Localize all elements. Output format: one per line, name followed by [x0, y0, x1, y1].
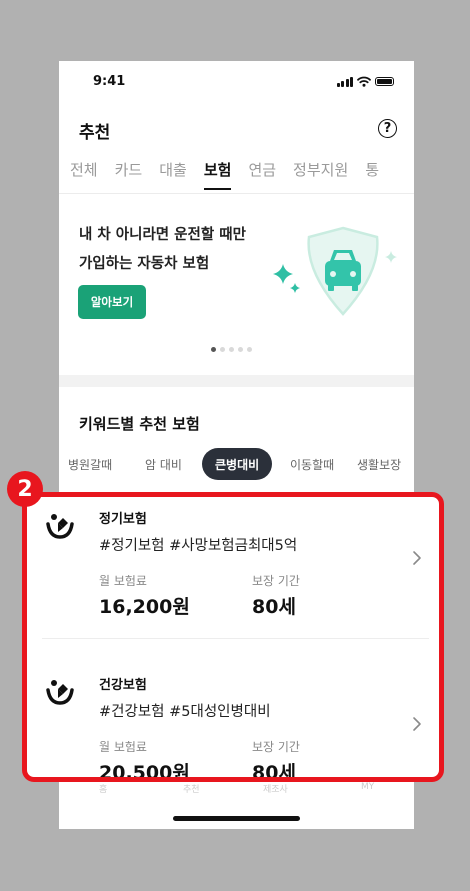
tabbar-item-home[interactable]: 홈: [99, 782, 107, 795]
tab-more[interactable]: 통: [365, 159, 379, 190]
premium-value: 20,500원: [99, 762, 190, 782]
tabbar-item-my[interactable]: MY: [361, 782, 374, 792]
insurance-name: 건강보험: [99, 678, 147, 693]
car-shield-illustration: [273, 226, 397, 316]
insurance-name: 정기보험: [99, 512, 147, 527]
carousel-dots: [211, 347, 252, 352]
tabbar-item-maker[interactable]: 제조사: [263, 782, 288, 795]
chip-travel[interactable]: 이동할때: [290, 448, 334, 480]
chevron-right-icon[interactable]: [412, 550, 422, 566]
coverage-period-value: 80세: [252, 762, 296, 782]
tab-loan[interactable]: 대출: [159, 159, 187, 190]
banner-title: 내 차 아니라면 운전할 때만 가입하는 자동차 보험: [79, 221, 246, 279]
tab-insurance[interactable]: 보험: [203, 159, 231, 190]
banner-title-line2: 가입하는 자동차 보험: [79, 256, 210, 272]
keyword-chips: 병원갈때 암 대비 큰병대비 이동할때 생활보장: [59, 448, 414, 482]
promo-banner[interactable]: 내 차 아니라면 운전할 때만 가입하는 자동차 보험 알아보기: [59, 194, 414, 374]
carousel-dot[interactable]: [211, 347, 216, 352]
step-badge: 2: [7, 471, 43, 507]
chevron-right-icon[interactable]: [412, 716, 422, 732]
wifi-icon: [357, 76, 371, 87]
status-icons: [336, 76, 394, 87]
premium-label: 월 보험료: [99, 740, 147, 754]
keyword-section-title: 키워드별 추천 보험: [79, 415, 200, 433]
tabbar-item-recommend[interactable]: 추천: [183, 782, 200, 795]
coverage-period-label: 보장 기간: [252, 574, 300, 588]
insurance-card[interactable]: 정기보험 #정기보험 #사망보험금최대5억 월 보험료 보장 기간 16,200…: [27, 502, 439, 640]
coverage-period-label: 보장 기간: [252, 740, 300, 754]
tab-pension[interactable]: 연금: [248, 159, 276, 190]
carousel-dot[interactable]: [229, 347, 234, 352]
battery-icon: [375, 77, 394, 86]
chip-cancer[interactable]: 암 대비: [145, 448, 182, 480]
tab-government-support[interactable]: 정부지원: [293, 159, 348, 190]
category-tabs: 전체 카드 대출 보험 연금 정부지원 통: [70, 159, 379, 190]
section-gap: [59, 375, 414, 387]
status-bar: 9:41: [59, 61, 414, 105]
tab-card[interactable]: 카드: [115, 159, 143, 190]
card-divider: [42, 638, 429, 639]
insurance-tags: #정기보험 #사망보험금최대5억: [99, 538, 298, 554]
page-title: 추천: [79, 123, 111, 143]
highlighted-insurance-list: 정기보험 #정기보험 #사망보험금최대5억 월 보험료 보장 기간 16,200…: [22, 492, 444, 782]
status-time: 9:41: [93, 74, 126, 89]
carousel-dot[interactable]: [238, 347, 243, 352]
insurance-tags: #건강보험 #5대성인병대비: [99, 704, 271, 720]
chip-living[interactable]: 생활보장: [357, 448, 401, 480]
tab-all[interactable]: 전체: [70, 159, 98, 190]
learn-more-button[interactable]: 알아보기: [78, 285, 146, 319]
insurer-logo-icon: [46, 514, 74, 539]
insurance-card[interactable]: 건강보험 #건강보험 #5대성인병대비 월 보험료 보장 기간 20,500원 …: [27, 668, 439, 782]
cellular-signal-icon: [336, 76, 353, 87]
question-circle-icon[interactable]: ?: [378, 119, 397, 138]
carousel-dot[interactable]: [220, 347, 225, 352]
chip-major-illness[interactable]: 큰병대비: [202, 448, 273, 480]
premium-value: 16,200원: [99, 596, 190, 618]
home-indicator: [173, 816, 300, 821]
premium-label: 월 보험료: [99, 574, 147, 588]
chip-hospital[interactable]: 병원갈때: [68, 448, 112, 480]
banner-title-line1: 내 차 아니라면 운전할 때만: [79, 227, 246, 243]
coverage-period-value: 80세: [252, 596, 296, 618]
insurer-logo-icon: [46, 680, 74, 705]
carousel-dot[interactable]: [247, 347, 252, 352]
